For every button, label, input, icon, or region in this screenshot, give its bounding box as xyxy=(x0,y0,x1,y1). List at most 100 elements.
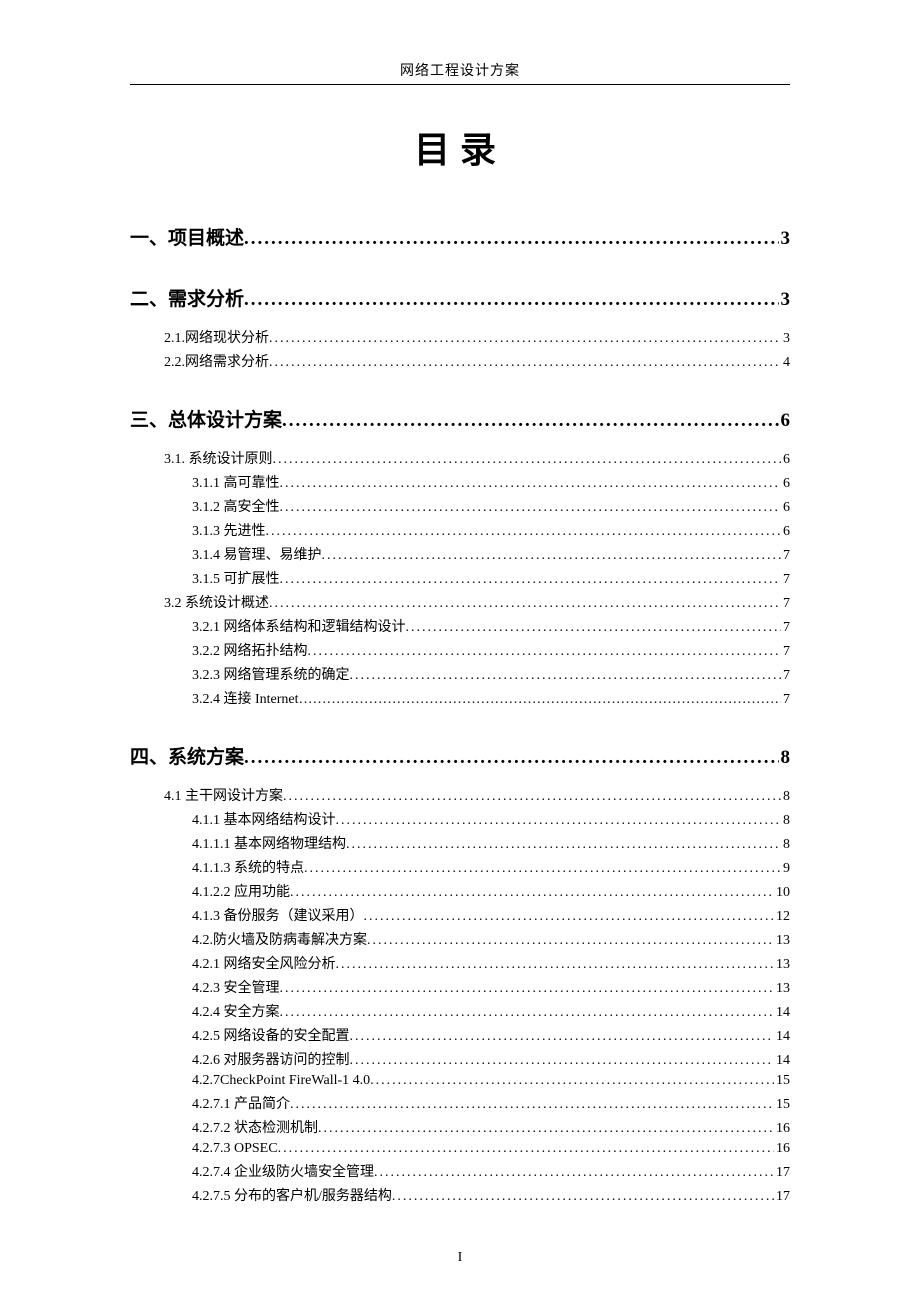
toc-leader xyxy=(374,1165,774,1181)
page-header: 网络工程设计方案 xyxy=(130,60,790,85)
toc-label: 4.2.3 安全管理 xyxy=(192,977,280,997)
toc-page-number: 8 xyxy=(781,789,790,805)
toc-label: 3.1.3 先进性 xyxy=(192,520,266,540)
toc-leader xyxy=(280,476,782,492)
toc-page-number: 10 xyxy=(774,885,790,901)
toc-label: 4.2.防火墙及防病毒解决方案 xyxy=(192,929,367,949)
toc-entry: 4.2.7.3 OPSEC16 xyxy=(130,1141,790,1157)
toc-label: 3.2 系统设计概述 xyxy=(164,592,269,612)
toc-entry: 一、项目概述3 xyxy=(130,223,790,250)
toc-label: 4.2.7.2 状态检测机制 xyxy=(192,1117,318,1137)
toc-label: 4.2.7.4 企业级防火墙安全管理 xyxy=(192,1161,374,1181)
toc-label: 二、需求分析 xyxy=(130,284,244,311)
toc-page-number: 3 xyxy=(779,289,791,311)
toc-leader xyxy=(290,885,774,901)
toc-leader xyxy=(350,668,782,684)
toc-entry: 4.2.7.2 状态检测机制 16 xyxy=(130,1117,790,1137)
toc-leader xyxy=(367,933,774,949)
toc-leader xyxy=(283,789,781,805)
toc-entry: 3.1. 系统设计原则6 xyxy=(130,448,790,468)
toc-page-number: 14 xyxy=(774,1005,790,1021)
toc-label: 4.1.1.3 系统的特点 xyxy=(192,857,304,877)
toc-leader xyxy=(244,289,778,311)
toc-leader xyxy=(244,228,778,250)
toc-page-number: 7 xyxy=(781,692,790,708)
toc-entry: 3.2.2 网络拓扑结构7 xyxy=(130,640,790,660)
toc-leader xyxy=(350,1053,775,1069)
toc-label: 4.2.7.3 OPSEC xyxy=(192,1141,278,1157)
toc-page-number: 3 xyxy=(779,228,791,250)
toc-leader xyxy=(336,957,775,973)
toc-entry: 四、系统方案8 xyxy=(130,742,790,769)
toc-entry: 4.2.3 安全管理 13 xyxy=(130,977,790,997)
toc-page-number: 7 xyxy=(781,620,790,636)
toc-leader xyxy=(278,1141,774,1157)
toc-entry: 3.1.5 可扩展性7 xyxy=(130,568,790,588)
toc-page-number: 7 xyxy=(781,596,790,612)
toc-label: 三、总体设计方案 xyxy=(130,405,282,432)
page-title: 目录 xyxy=(130,121,790,173)
toc-leader xyxy=(299,692,781,708)
toc-leader xyxy=(280,500,782,516)
toc-entry: 4.2.防火墙及防病毒解决方案 13 xyxy=(130,929,790,949)
page-number-footer: I xyxy=(0,1250,920,1266)
toc-leader xyxy=(280,1005,775,1021)
toc-page-number: 6 xyxy=(781,500,790,516)
toc-label: 4.2.7.1 产品简介 xyxy=(192,1093,290,1113)
toc-label: 3.2.1 网络体系结构和逻辑结构设计 xyxy=(192,616,406,636)
toc-entry: 3.1.4 易管理、易维护 7 xyxy=(130,544,790,564)
toc-group: 2.1.网络现状分析 3 2.2.网络需求分析 4 xyxy=(130,327,790,371)
document-page: 网络工程设计方案 目录 一、项目概述3 二、需求分析 3 2.1.网络现状分析 3 2.2… xyxy=(0,0,920,1302)
toc-leader xyxy=(269,331,781,347)
toc-label: 3.2.2 网络拓扑结构 xyxy=(192,640,308,660)
toc-entry: 二、需求分析 3 xyxy=(130,284,790,311)
toc-entry: 4.2.4 安全方案14 xyxy=(130,1001,790,1021)
toc-entry: 4.2.7.1 产品简介 15 xyxy=(130,1093,790,1113)
toc-label: 4.1.2.2 应用功能 xyxy=(192,881,290,901)
table-of-contents: 一、项目概述3 二、需求分析 3 2.1.网络现状分析 3 2.2.网络需求分析 4 三、总体… xyxy=(130,223,790,1205)
toc-label: 4.2.7.5 分布的客户机/服务器结构 xyxy=(192,1185,392,1205)
toc-leader xyxy=(350,1029,775,1045)
toc-label: 3.2.3 网络管理系统的确定 xyxy=(192,664,350,684)
toc-entry: 3.2.4 连接 Internet7 xyxy=(130,688,790,708)
toc-page-number: 15 xyxy=(774,1097,790,1113)
toc-entry: 4.2.7.4 企业级防火墙安全管理17 xyxy=(130,1161,790,1181)
toc-page-number: 7 xyxy=(781,668,790,684)
toc-page-number: 4 xyxy=(781,355,790,371)
toc-leader xyxy=(269,355,781,371)
toc-leader xyxy=(364,909,775,925)
toc-entry: 3.1.3 先进性6 xyxy=(130,520,790,540)
toc-page-number: 13 xyxy=(774,981,790,997)
toc-label: 2.2.网络需求分析 xyxy=(164,351,269,371)
toc-page-number: 3 xyxy=(781,331,790,347)
toc-entry: 4.2.7.5 分布的客户机/服务器结构17 xyxy=(130,1185,790,1205)
toc-page-number: 13 xyxy=(774,933,790,949)
toc-label: 4.1 主干网设计方案 xyxy=(164,785,283,805)
toc-leader xyxy=(282,410,778,432)
toc-entry: 3.2 系统设计概述 7 xyxy=(130,592,790,612)
toc-page-number: 6 xyxy=(779,410,791,432)
toc-label: 3.1.4 易管理、易维护 xyxy=(192,544,322,564)
toc-entry: 三、总体设计方案 6 xyxy=(130,405,790,432)
toc-leader xyxy=(290,1097,774,1113)
toc-label: 2.1.网络现状分析 xyxy=(164,327,269,347)
toc-page-number: 9 xyxy=(781,861,790,877)
toc-page-number: 16 xyxy=(774,1121,790,1137)
toc-entry: 4.1.1.3 系统的特点 9 xyxy=(130,857,790,877)
toc-leader xyxy=(269,596,781,612)
toc-entry: 4.2.7CheckPoint FireWall-1 4.015 xyxy=(130,1073,790,1089)
toc-entry: 2.1.网络现状分析 3 xyxy=(130,327,790,347)
toc-label: 4.2.6 对服务器访问的控制 xyxy=(192,1049,350,1069)
toc-leader xyxy=(266,524,782,540)
toc-page-number: 7 xyxy=(781,572,790,588)
toc-entry: 3.2.1 网络体系结构和逻辑结构设计 7 xyxy=(130,616,790,636)
toc-group: 3.1. 系统设计原则63.1.1 高可靠性63.1.2 高安全性63.1.3 … xyxy=(130,448,790,708)
toc-leader xyxy=(392,1189,774,1205)
toc-label: 3.1. 系统设计原则 xyxy=(164,448,273,468)
toc-entry: 3.2.3 网络管理系统的确定 7 xyxy=(130,664,790,684)
toc-entry: 4.1.1 基本网络结构设计8 xyxy=(130,809,790,829)
toc-page-number: 6 xyxy=(781,476,790,492)
toc-entry: 3.1.1 高可靠性6 xyxy=(130,472,790,492)
toc-page-number: 7 xyxy=(781,548,790,564)
toc-leader xyxy=(244,747,778,769)
